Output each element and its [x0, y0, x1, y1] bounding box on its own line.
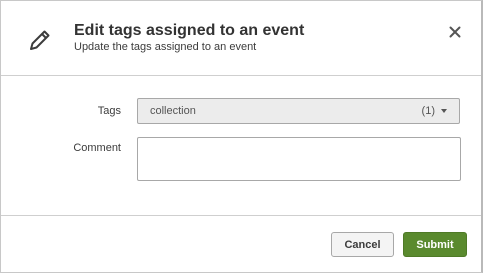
caret-down-icon [441, 109, 447, 113]
comment-label: Comment [73, 142, 121, 154]
cancel-button[interactable]: Cancel [331, 232, 394, 257]
comment-field[interactable] [137, 137, 461, 181]
tags-select[interactable]: collection (1) [137, 98, 460, 124]
dialog-header: Edit tags assigned to an event Update th… [1, 1, 481, 76]
dialog-body: Tags collection (1) Comment [1, 76, 481, 215]
pencil-icon [28, 28, 52, 52]
tags-label: Tags [97, 105, 121, 117]
dialog-title: Edit tags assigned to an event [74, 22, 305, 39]
submit-button[interactable]: Submit [403, 232, 467, 257]
dialog-footer: Cancel Submit [1, 215, 481, 273]
tags-selected-value: collection [150, 105, 196, 117]
edit-tags-dialog: Edit tags assigned to an event Update th… [0, 0, 483, 273]
close-icon[interactable] [447, 24, 463, 40]
dialog-subtitle: Update the tags assigned to an event [74, 41, 257, 53]
tags-count: (1) [421, 105, 435, 117]
